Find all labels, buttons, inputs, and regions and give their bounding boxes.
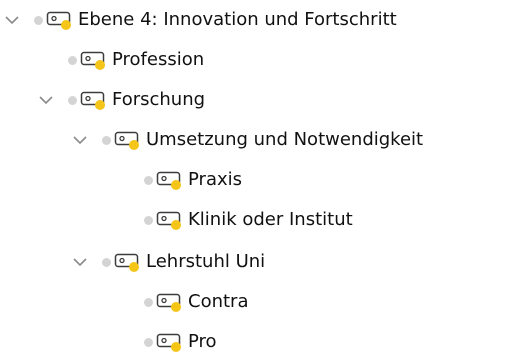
code-icon [156, 171, 181, 190]
chevron-down-icon[interactable] [68, 244, 92, 280]
code-icon [114, 253, 139, 272]
status-dot [102, 135, 111, 145]
tree-node-label: Lehrstuhl Uni [146, 251, 266, 272]
tree-node-label: Forschung [112, 89, 206, 110]
chevron-down-icon[interactable] [68, 122, 92, 158]
tree-node-contra[interactable]: Contra [134, 284, 248, 320]
status-dot [102, 257, 111, 267]
tree-node-label: Ebene 4: Innovation und Fortschritt [78, 9, 397, 30]
tree-node-umsetzung[interactable]: Umsetzung und Notwendigkeit [68, 122, 423, 158]
chevron-down-icon[interactable] [0, 2, 24, 38]
status-dot [68, 95, 77, 105]
tree-node-profession[interactable]: Profession [34, 42, 204, 78]
status-dot [144, 175, 153, 185]
tree-node-label: Profession [112, 49, 205, 70]
chevron-down-icon[interactable] [34, 82, 58, 118]
tree-node-label: Klinik oder Institut [188, 209, 353, 230]
status-dot [144, 215, 153, 225]
code-icon [156, 211, 181, 230]
tree-node-label: Contra [188, 291, 249, 312]
tree-node-lehrstuhl[interactable]: Lehrstuhl Uni [68, 244, 265, 280]
code-icon [114, 131, 139, 150]
tree-node-label: Praxis [188, 169, 242, 190]
code-icon [80, 51, 105, 70]
status-dot [34, 15, 43, 25]
tree-node-pro[interactable]: Pro [134, 324, 217, 358]
code-icon [156, 293, 181, 312]
tree-node-forschung[interactable]: Forschung [34, 82, 205, 118]
code-icon [156, 333, 181, 352]
tree-node-ebene-4[interactable]: Ebene 4: Innovation und Fortschritt [0, 2, 397, 38]
code-icon [80, 91, 105, 110]
tree-node-praxis[interactable]: Praxis [134, 162, 242, 198]
status-dot [144, 337, 153, 347]
code-icon [46, 11, 71, 30]
status-dot [144, 297, 153, 307]
code-tree: Ebene 4: Innovation und Fortschritt Prof… [0, 0, 520, 358]
tree-node-klinik[interactable]: Klinik oder Institut [134, 202, 353, 238]
status-dot [68, 55, 77, 65]
tree-node-label: Umsetzung und Notwendigkeit [146, 129, 424, 150]
tree-node-label: Pro [188, 331, 217, 352]
